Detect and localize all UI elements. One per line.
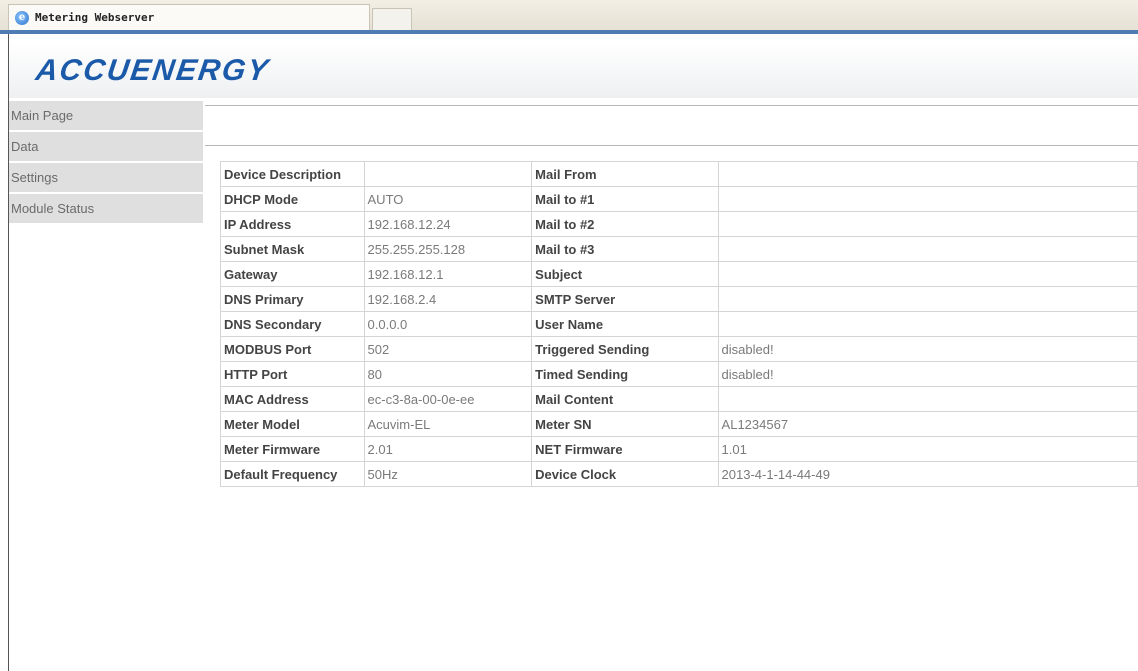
field-value: 2013-4-1-14-44-49 (717, 461, 1138, 487)
field-value: 0.0.0.0 (363, 311, 533, 337)
table-row: Device Description Mail From (220, 161, 1138, 187)
field-value: 192.168.2.4 (363, 286, 533, 312)
table-row: MAC Address ec-c3-8a-00-0e-ee Mail Content (220, 386, 1138, 412)
field-label: MAC Address (220, 386, 365, 412)
field-label: Meter SN (531, 411, 719, 437)
field-value (717, 236, 1138, 262)
field-value: 1.01 (717, 436, 1138, 462)
field-value (717, 261, 1138, 287)
field-label: MODBUS Port (220, 336, 365, 362)
table-row: Meter Firmware 2.01 NET Firmware 1.01 (220, 436, 1138, 462)
table-row: Subnet Mask 255.255.255.128 Mail to #3 (220, 236, 1138, 262)
field-value (717, 211, 1138, 237)
sidebar-item-data[interactable]: Data (9, 132, 203, 161)
table-row: MODBUS Port 502 Triggered Sending disabled! (220, 336, 1138, 362)
field-label: Device Description (220, 161, 365, 187)
field-label: Mail to #1 (531, 186, 719, 212)
field-value: Acuvim-EL (363, 411, 533, 437)
field-label: Triggered Sending (531, 336, 719, 362)
device-info-table: Device Description Mail From DHCP Mode AUTO… (220, 161, 1138, 487)
field-value: 502 (363, 336, 533, 362)
field-value: AUTO (363, 186, 533, 212)
table-row: DHCP Mode AUTO Mail to #1 (220, 186, 1138, 212)
sidebar-item-module-status[interactable]: Module Status (9, 194, 203, 223)
field-value: AL1234567 (717, 411, 1138, 437)
field-label: Subject (531, 261, 719, 287)
field-value: 255.255.255.128 (363, 236, 533, 262)
field-label: DNS Secondary (220, 311, 365, 337)
table-row: DNS Secondary 0.0.0.0 User Name (220, 311, 1138, 337)
field-label: Gateway (220, 261, 365, 287)
field-value (717, 186, 1138, 212)
table-row: Default Frequency 50Hz Device Clock 2013-4-… (220, 461, 1138, 487)
sidebar-item-main-page[interactable]: Main Page (9, 101, 203, 130)
field-label: DNS Primary (220, 286, 365, 312)
field-value (717, 161, 1138, 187)
field-value: 50Hz (363, 461, 533, 487)
sidebar-item-settings[interactable]: Settings (9, 163, 203, 192)
field-label: SMTP Server (531, 286, 719, 312)
field-label: HTTP Port (220, 361, 365, 387)
table-row: HTTP Port 80 Timed Sending disabled! (220, 361, 1138, 387)
field-value: disabled! (717, 336, 1138, 362)
field-value: disabled! (717, 361, 1138, 387)
field-label: Device Clock (531, 461, 719, 487)
content-top-divider (205, 105, 1138, 106)
field-label: Mail From (531, 161, 719, 187)
field-value: 192.168.12.24 (363, 211, 533, 237)
browser-tab[interactable]: e Metering Webserver (8, 4, 370, 30)
field-value: 192.168.12.1 (363, 261, 533, 287)
field-label: IP Address (220, 211, 365, 237)
browser-logo-icon: e (15, 10, 29, 25)
table-row: DNS Primary 192.168.2.4 SMTP Server (220, 286, 1138, 312)
field-value (717, 311, 1138, 337)
field-value: 2.01 (363, 436, 533, 462)
field-value (717, 286, 1138, 312)
field-label: DHCP Mode (220, 186, 365, 212)
field-label: Meter Firmware (220, 436, 365, 462)
field-label: Subnet Mask (220, 236, 365, 262)
field-value: ec-c3-8a-00-0e-ee (363, 386, 533, 412)
field-label: Default Frequency (220, 461, 365, 487)
field-value (363, 161, 533, 187)
browser-tab-bar: e Metering Webserver (0, 0, 1138, 34)
field-label: Mail Content (531, 386, 719, 412)
field-label: Mail to #2 (531, 211, 719, 237)
table-row: Gateway 192.168.12.1 Subject (220, 261, 1138, 287)
tab-strip-divider (0, 30, 1138, 34)
table-row: IP Address 192.168.12.24 Mail to #2 (220, 211, 1138, 237)
field-label: Mail to #3 (531, 236, 719, 262)
field-label: User Name (531, 311, 719, 337)
field-label: Timed Sending (531, 361, 719, 387)
content-second-divider (205, 145, 1138, 146)
tab-title: Metering Webserver (35, 11, 155, 24)
sidebar-nav: Main Page Data Settings Module Status (9, 101, 203, 225)
field-label: NET Firmware (531, 436, 719, 462)
field-value: 80 (363, 361, 533, 387)
brand-logo: ACCUENERGY (33, 54, 272, 87)
table-row: Meter Model Acuvim-EL Meter SN AL1234567 (220, 411, 1138, 437)
field-value (717, 386, 1138, 412)
new-tab-button[interactable] (372, 8, 412, 30)
field-label: Meter Model (220, 411, 365, 437)
